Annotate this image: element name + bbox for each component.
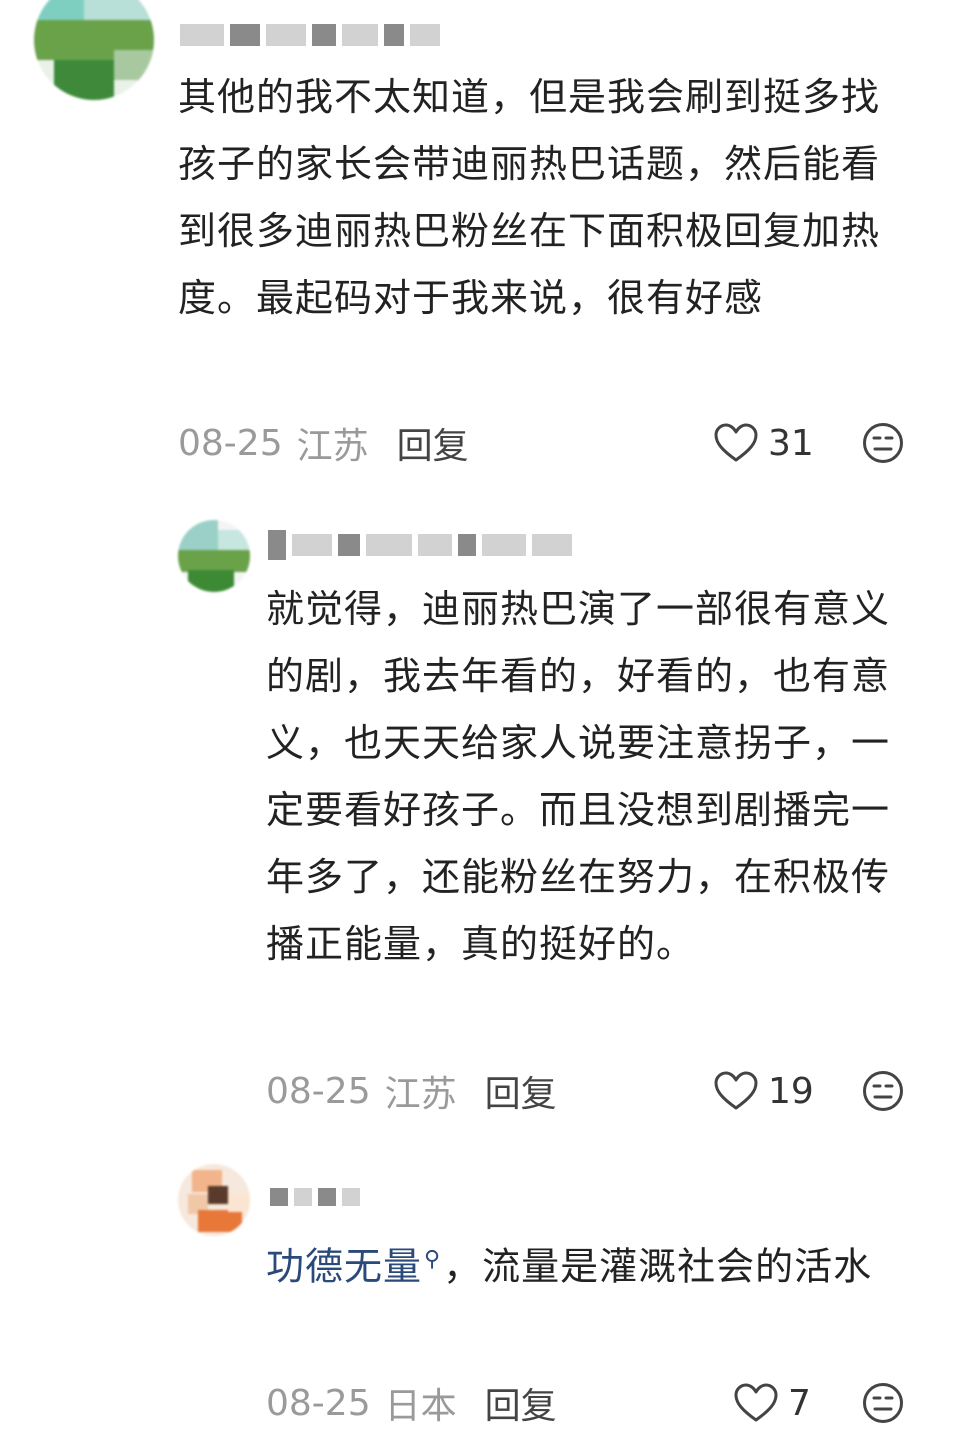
avatar[interactable]	[34, 0, 154, 100]
comment-meta: 08-25 江苏 回复	[266, 1066, 557, 1116]
username[interactable]	[268, 530, 572, 560]
username[interactable]	[270, 1182, 360, 1212]
like-count: 7	[788, 1382, 811, 1424]
comment-date: 08-25	[178, 422, 283, 464]
heart-icon	[714, 1071, 758, 1110]
comment-location: 江苏	[296, 426, 369, 467]
comment-text-rest: ，流量是灌溉社会的活水	[443, 1244, 873, 1289]
reply-button[interactable]: 回复	[485, 1065, 557, 1117]
reply-button[interactable]: 回复	[485, 1377, 557, 1429]
username[interactable]	[180, 20, 440, 50]
reply-button[interactable]: 回复	[397, 417, 469, 469]
comment-meta: 08-25 江苏 回复	[178, 418, 469, 468]
comment-location: 江苏	[384, 1074, 457, 1115]
avatar[interactable]	[178, 1164, 250, 1236]
emoji-icon[interactable]	[862, 422, 904, 464]
emoji-icon[interactable]	[862, 1070, 904, 1112]
search-icon[interactable]: ⚲	[424, 1247, 441, 1272]
like-count: 19	[768, 1070, 814, 1112]
like-button[interactable]: 19	[714, 1066, 814, 1116]
heart-icon	[714, 423, 758, 462]
comment-date: 08-25	[266, 1070, 371, 1112]
like-button[interactable]: 7	[734, 1378, 811, 1428]
comment-location: 日本	[384, 1386, 457, 1427]
heart-icon	[734, 1383, 778, 1422]
comment-meta: 08-25 日本 回复	[266, 1378, 557, 1428]
comment-date: 08-25	[266, 1382, 371, 1424]
emoji-icon[interactable]	[862, 1382, 904, 1424]
comment-text: 就觉得，迪丽热巴演了一部很有意义的剧，我去年看的，好看的，也有意义，也天天给家人…	[266, 587, 891, 966]
topic-link[interactable]: 功德无量	[266, 1245, 422, 1289]
comment-text: 其他的我不太知道，但是我会刷到挺多找孩子的家长会带迪丽热巴话题，然后能看到很多迪…	[178, 75, 881, 320]
like-count: 31	[768, 422, 814, 464]
avatar[interactable]	[178, 520, 250, 592]
like-button[interactable]: 31	[714, 418, 814, 468]
comment-text: 功德无量⚲，流量是灌溉社会的活水	[266, 1226, 912, 1301]
